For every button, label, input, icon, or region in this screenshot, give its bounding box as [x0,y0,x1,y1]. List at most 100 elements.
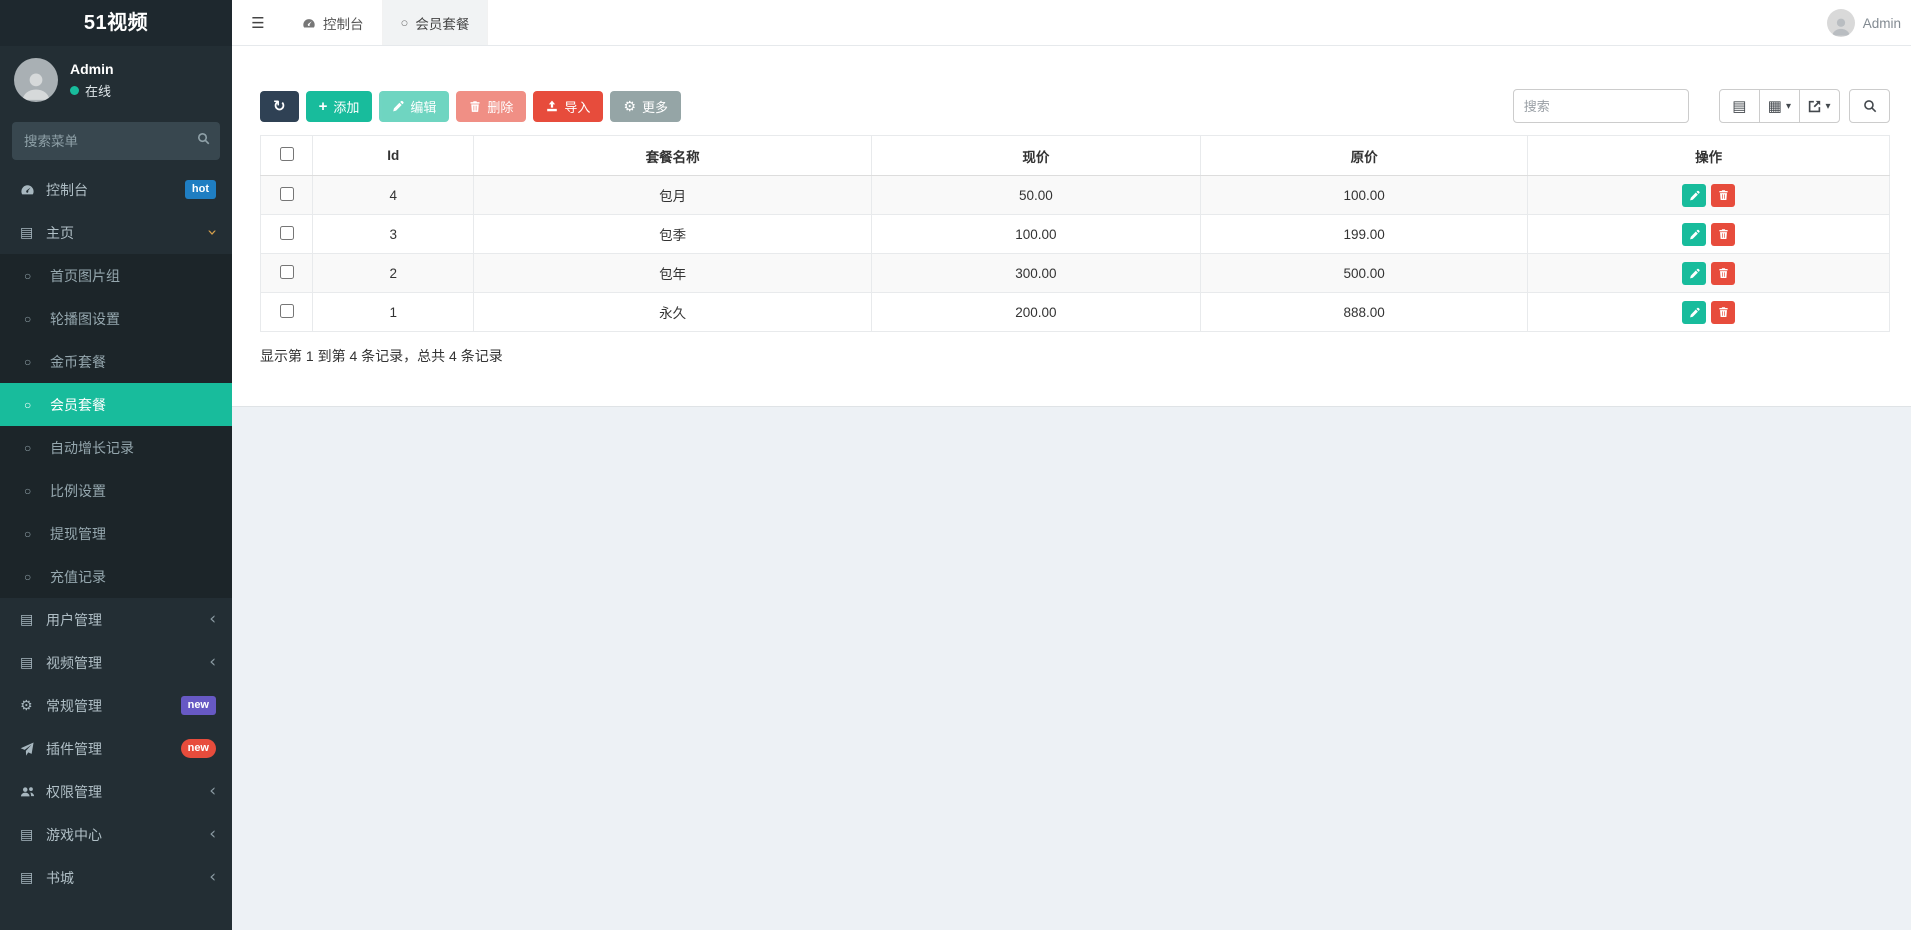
row-delete-button[interactable] [1711,184,1735,207]
detail-view-button[interactable]: ▤ [1719,89,1760,123]
cell-original: 199.00 [1200,215,1527,254]
column-header-actions: 操作 [1528,136,1890,176]
main-area: ☰ 控制台 ○ 会员套餐 Admin [232,0,1911,930]
sidebar-item-permission-manage[interactable]: 权限管理 ‹ [0,770,232,813]
cell-original: 500.00 [1200,254,1527,293]
sidebar-item-video-manage[interactable]: ▤ 视频管理 ‹ [0,641,232,684]
sidebar-item-book-city[interactable]: ▤ 书城 ‹ [0,856,232,899]
table-row[interactable]: 2 包年 300.00 500.00 [261,254,1890,293]
delete-button[interactable]: 删除 [456,91,526,122]
tab-dashboard[interactable]: 控制台 [284,0,383,45]
sidebar-item-label: 控制台 [46,180,185,200]
circle-o-icon: ○ [24,398,50,412]
search-icon [1863,99,1877,113]
cell-name: 包月 [474,176,871,215]
sidebar-item-ratio-settings[interactable]: ○ 比例设置 [0,469,232,512]
select-all-checkbox[interactable] [280,147,294,161]
column-header-id[interactable]: Id [313,136,474,176]
sidebar-toggle-icon[interactable]: ☰ [232,0,284,45]
list-icon: ▤ [20,611,46,628]
cell-original: 100.00 [1200,176,1527,215]
columns-dropdown-button[interactable]: ▦ ▾ [1759,89,1800,123]
column-header-original[interactable]: 原价 [1200,136,1527,176]
view-button-group: ▤ ▦ ▾ ▾ [1719,89,1840,123]
menu-search-input[interactable] [12,122,220,160]
row-delete-button[interactable] [1711,301,1735,324]
cell-id: 1 [313,293,474,332]
pencil-icon [392,100,404,112]
pencil-icon [1689,268,1700,279]
chevron-left-icon: ‹ [209,869,216,886]
refresh-button[interactable]: ↻ [260,91,299,122]
data-table: Id 套餐名称 现价 原价 操作 4 包月 50.00 [260,135,1890,332]
chevron-left-icon: ‹ [209,783,216,800]
sidebar-item-general-manage[interactable]: ⚙ 常规管理 new [0,684,232,727]
circle-o-icon: ○ [24,312,50,326]
row-checkbox[interactable] [280,187,294,201]
cell-name: 永久 [474,293,871,332]
cogs-icon: ⚙ [20,697,46,714]
sidebar-item-coin-packages[interactable]: ○ 金币套餐 [0,340,232,383]
avatar [14,58,58,102]
plus-icon: + [319,98,328,115]
users-icon [20,784,46,799]
circle-o-icon: ○ [401,15,409,30]
row-checkbox[interactable] [280,304,294,318]
cell-name: 包年 [474,254,871,293]
sidebar-item-dashboard[interactable]: 控制台 hot [0,168,232,211]
topbar-user-menu[interactable]: Admin [1827,0,1901,46]
sidebar-item-plugin-manage[interactable]: 插件管理 new [0,727,232,770]
sidebar-item-home-images[interactable]: ○ 首页图片组 [0,254,232,297]
export-dropdown-button[interactable]: ▾ [1799,89,1840,123]
list-icon: ▤ [20,826,46,843]
trash-icon [1718,267,1729,279]
chevron-left-icon: ‹ [209,826,216,843]
column-header-price[interactable]: 现价 [871,136,1200,176]
column-header-name[interactable]: 套餐名称 [474,136,871,176]
pencil-icon [1689,229,1700,240]
row-edit-button[interactable] [1682,301,1706,324]
sidebar-item-auto-growth-log[interactable]: ○ 自动增长记录 [0,426,232,469]
row-checkbox[interactable] [280,265,294,279]
app-root: 51视频 Admin 在线 [0,0,1911,930]
table-header-row: Id 套餐名称 现价 原价 操作 [261,136,1890,176]
edit-button[interactable]: 编辑 [379,91,449,122]
app-title[interactable]: 51视频 [0,0,232,46]
sidebar-item-recharge-log[interactable]: ○ 充值记录 [0,555,232,598]
row-edit-button[interactable] [1682,223,1706,246]
user-status-label: 在线 [85,81,111,100]
trash-icon [1718,189,1729,201]
sidebar-item-member-packages[interactable]: ○ 会员套餐 [0,383,232,426]
tachometer-icon [20,182,46,197]
row-checkbox[interactable] [280,226,294,240]
table-row[interactable]: 1 永久 200.00 888.00 [261,293,1890,332]
sidebar-item-user-manage[interactable]: ▤ 用户管理 ‹ [0,598,232,641]
table-row[interactable]: 3 包季 100.00 199.00 [261,215,1890,254]
tab-member-packages[interactable]: ○ 会员套餐 [383,0,489,45]
sidebar-item-home[interactable]: ▤ 主页 ‹ [0,211,232,254]
user-panel: Admin 在线 [0,46,232,112]
sidebar-item-carousel-settings[interactable]: ○ 轮播图设置 [0,297,232,340]
hot-badge: hot [185,180,216,198]
sidebar-item-withdraw-manage[interactable]: ○ 提现管理 [0,512,232,555]
select-all-cell [261,136,313,176]
caret-down-icon: ▾ [1786,101,1791,112]
row-delete-button[interactable] [1711,262,1735,285]
sidebar-item-label: 主页 [46,223,209,243]
row-delete-button[interactable] [1711,223,1735,246]
add-button[interactable]: + 添加 [306,91,373,122]
topbar: ☰ 控制台 ○ 会员套餐 Admin [232,0,1911,46]
more-button[interactable]: ⚙ 更多 [610,91,681,122]
content: ↻ + 添加 编辑 删除 [232,46,1911,930]
tab-label: 会员套餐 [415,13,469,33]
table-search-input[interactable] [1513,89,1689,123]
row-edit-button[interactable] [1682,184,1706,207]
sidebar-item-game-center[interactable]: ▤ 游戏中心 ‹ [0,813,232,856]
table-row[interactable]: 4 包月 50.00 100.00 [261,176,1890,215]
trash-icon [1718,228,1729,240]
search-toggle-button[interactable] [1849,89,1890,123]
pencil-icon [1689,307,1700,318]
chevron-left-icon: ‹ [209,611,216,628]
row-edit-button[interactable] [1682,262,1706,285]
import-button[interactable]: 导入 [533,91,603,122]
